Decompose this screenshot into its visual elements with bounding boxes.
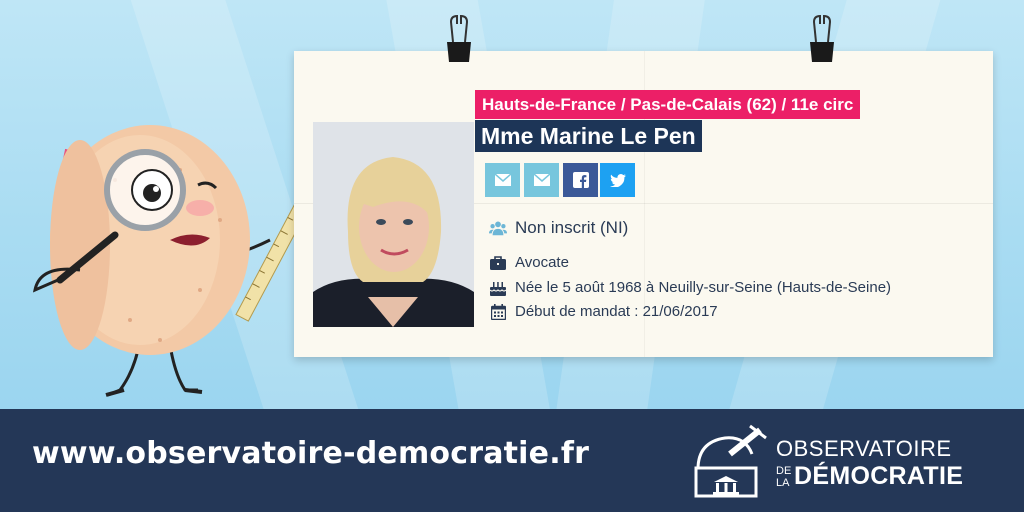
binder-clip-left-icon <box>447 14 471 62</box>
profession-label: Avocate <box>515 254 569 271</box>
birth-label: Née le 5 août 1968 à Neuilly-sur-Seine (… <box>515 279 892 296</box>
mail-icon <box>533 174 550 186</box>
website-url-link[interactable]: www.observatoire-democratie.fr <box>32 436 589 471</box>
observatory-icon <box>694 424 767 498</box>
logo-text-la: LA <box>776 477 790 489</box>
mandate-label: Début de mandat : 21/06/2017 <box>515 303 718 320</box>
group-row: Non inscrit (NI) <box>489 218 628 238</box>
deputy-portrait-photo <box>313 122 474 327</box>
circonscription-label: Hauts-de-France / Pas-de-Calais (62) / 1… <box>475 90 861 119</box>
email-button-1[interactable] <box>485 163 520 197</box>
facebook-icon <box>572 172 589 188</box>
email-button-2[interactable] <box>524 163 559 197</box>
calendar-icon <box>489 303 507 320</box>
birthday-cake-icon <box>489 280 507 296</box>
logo-text-democratie: DÉMOCRATIE <box>794 462 964 490</box>
twitter-icon <box>609 173 626 187</box>
facebook-button[interactable] <box>563 163 598 197</box>
deputy-name: Mme Marine Le Pen <box>475 120 702 152</box>
briefcase-icon <box>489 255 507 271</box>
users-icon <box>489 220 507 236</box>
profession-row: Avocate <box>489 254 569 271</box>
logo-text-observatoire: OBSERVATOIRE <box>776 436 952 461</box>
group-label: Non inscrit (NI) <box>515 218 629 237</box>
mandate-row: Début de mandat : 21/06/2017 <box>489 303 718 320</box>
logo-text-de: DE <box>776 465 792 477</box>
binder-clip-right-icon <box>810 14 834 62</box>
observatoire-logo: OBSERVATOIRE DE LA DÉMOCRATIE <box>690 424 1000 499</box>
twitter-button[interactable] <box>600 163 635 197</box>
mail-icon <box>494 174 511 186</box>
birth-row: Née le 5 août 1968 à Neuilly-sur-Seine (… <box>489 279 891 296</box>
macaron-mascot-illustration <box>32 125 340 397</box>
